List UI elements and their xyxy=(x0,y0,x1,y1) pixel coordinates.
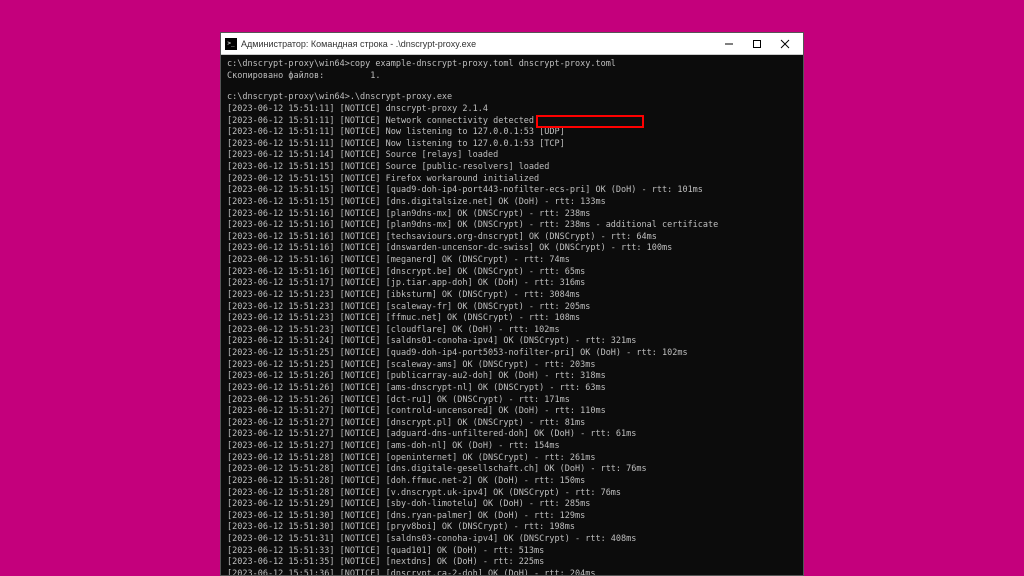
terminal-line: [2023-06-12 15:51:23] [NOTICE] [ffmuc.ne… xyxy=(227,313,797,324)
terminal-line: [2023-06-12 15:51:16] [NOTICE] [dnscrypt… xyxy=(227,267,797,278)
terminal-line: [2023-06-12 15:51:27] [NOTICE] [ams-doh-… xyxy=(227,441,797,452)
terminal-line: [2023-06-12 15:51:16] [NOTICE] [dnswarde… xyxy=(227,243,797,254)
terminal-line: [2023-06-12 15:51:28] [NOTICE] [openinte… xyxy=(227,453,797,464)
terminal-line: [2023-06-12 15:51:27] [NOTICE] [dnscrypt… xyxy=(227,418,797,429)
terminal-line: [2023-06-12 15:51:28] [NOTICE] [v.dnscry… xyxy=(227,488,797,499)
terminal-line: c:\dnscrypt-proxy\win64>.\dnscrypt-proxy… xyxy=(227,92,797,103)
terminal-line: [2023-06-12 15:51:23] [NOTICE] [ibksturm… xyxy=(227,290,797,301)
terminal-line: [2023-06-12 15:51:29] [NOTICE] [sby-doh-… xyxy=(227,499,797,510)
terminal-line: [2023-06-12 15:51:16] [NOTICE] [meganerd… xyxy=(227,255,797,266)
terminal-line: [2023-06-12 15:51:23] [NOTICE] [scaleway… xyxy=(227,302,797,313)
terminal-line: [2023-06-12 15:51:25] [NOTICE] [scaleway… xyxy=(227,360,797,371)
terminal-line: [2023-06-12 15:51:31] [NOTICE] [saldns03… xyxy=(227,534,797,545)
terminal-line: [2023-06-12 15:51:11] [NOTICE] Network c… xyxy=(227,116,797,127)
terminal-line: [2023-06-12 15:51:16] [NOTICE] [techsavi… xyxy=(227,232,797,243)
terminal-line: [2023-06-12 15:51:23] [NOTICE] [cloudfla… xyxy=(227,325,797,336)
terminal-line: [2023-06-12 15:51:15] [NOTICE] Firefox w… xyxy=(227,174,797,185)
terminal-output[interactable]: c:\dnscrypt-proxy\win64>copy example-dns… xyxy=(221,55,803,575)
cmd-icon xyxy=(225,38,237,50)
terminal-line: [2023-06-12 15:51:15] [NOTICE] Source [p… xyxy=(227,162,797,173)
terminal-line: [2023-06-12 15:51:26] [NOTICE] [dct-ru1]… xyxy=(227,395,797,406)
terminal-line: [2023-06-12 15:51:11] [NOTICE] dnscrypt-… xyxy=(227,104,797,115)
minimize-icon xyxy=(724,39,734,49)
window-controls xyxy=(715,35,799,53)
terminal-line: c:\dnscrypt-proxy\win64>copy example-dns… xyxy=(227,59,797,70)
terminal-line: [2023-06-12 15:51:16] [NOTICE] [plan9dns… xyxy=(227,220,797,231)
terminal-line: [2023-06-12 15:51:26] [NOTICE] [ams-dnsc… xyxy=(227,383,797,394)
terminal-line: [2023-06-12 15:51:15] [NOTICE] [dns.digi… xyxy=(227,197,797,208)
terminal-line: [2023-06-12 15:51:14] [NOTICE] Source [r… xyxy=(227,150,797,161)
terminal-line: [2023-06-12 15:51:16] [NOTICE] [plan9dns… xyxy=(227,209,797,220)
close-icon xyxy=(780,39,790,49)
terminal-line: [2023-06-12 15:51:11] [NOTICE] Now liste… xyxy=(227,139,797,150)
terminal-line: [2023-06-12 15:51:24] [NOTICE] [saldns01… xyxy=(227,336,797,347)
terminal-line: [2023-06-12 15:51:27] [NOTICE] [adguard-… xyxy=(227,429,797,440)
terminal-line: [2023-06-12 15:51:28] [NOTICE] [doh.ffmu… xyxy=(227,476,797,487)
terminal-line: Скопировано файлов: 1. xyxy=(227,71,797,82)
cmd-window: Администратор: Командная строка - .\dnsc… xyxy=(220,32,804,576)
maximize-icon xyxy=(752,39,762,49)
terminal-line: [2023-06-12 15:51:36] [NOTICE] [dnscrypt… xyxy=(227,569,797,575)
close-button[interactable] xyxy=(771,35,799,53)
maximize-button[interactable] xyxy=(743,35,771,53)
terminal-line: [2023-06-12 15:51:33] [NOTICE] [quad101]… xyxy=(227,546,797,557)
terminal-line: [2023-06-12 15:51:27] [NOTICE] [controld… xyxy=(227,406,797,417)
terminal-line: [2023-06-12 15:51:17] [NOTICE] [jp.tiar.… xyxy=(227,278,797,289)
terminal-line: [2023-06-12 15:51:28] [NOTICE] [dns.digi… xyxy=(227,464,797,475)
terminal-line xyxy=(227,82,797,92)
title-left: Администратор: Командная строка - .\dnsc… xyxy=(225,38,476,50)
terminal-line: [2023-06-12 15:51:35] [NOTICE] [nextdns]… xyxy=(227,557,797,568)
terminal-line: [2023-06-12 15:51:25] [NOTICE] [quad9-do… xyxy=(227,348,797,359)
terminal-line: [2023-06-12 15:51:15] [NOTICE] [quad9-do… xyxy=(227,185,797,196)
terminal-line: [2023-06-12 15:51:26] [NOTICE] [publicar… xyxy=(227,371,797,382)
window-title: Администратор: Командная строка - .\dnsc… xyxy=(241,39,476,49)
minimize-button[interactable] xyxy=(715,35,743,53)
title-bar: Администратор: Командная строка - .\dnsc… xyxy=(221,33,803,55)
terminal-line: [2023-06-12 15:51:11] [NOTICE] Now liste… xyxy=(227,127,797,138)
terminal-line: [2023-06-12 15:51:30] [NOTICE] [dns.ryan… xyxy=(227,511,797,522)
terminal-line: [2023-06-12 15:51:30] [NOTICE] [pryv8boi… xyxy=(227,522,797,533)
